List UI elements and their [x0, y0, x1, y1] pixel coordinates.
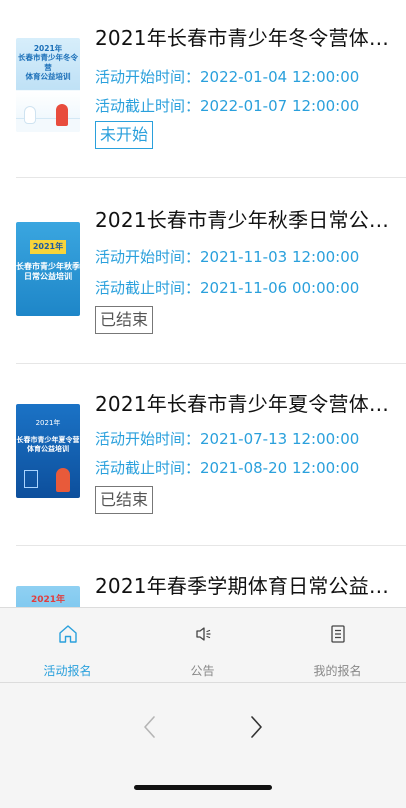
- list-item[interactable]: 2021年 长春市青少年冬令营 体育公益培训 2021年长春市青少年冬令营体育公…: [0, 0, 406, 182]
- activity-thumbnail: 2021年: [16, 586, 80, 607]
- chevron-right-icon: [251, 716, 262, 738]
- activity-title: 2021长春市青少年秋季日常公益培...: [95, 208, 395, 232]
- status-badge: 未开始: [95, 121, 154, 149]
- activity-start-time: 活动开始时间：2022-01-04 12:00:00: [95, 68, 360, 86]
- thumbnail-year-label: 2021年: [30, 240, 66, 254]
- thumbnail-year: 2021年: [30, 595, 66, 605]
- tab-label: 我的报名: [313, 664, 362, 678]
- list-item[interactable]: 2021年 2021年春季学期体育日常公益培训...: [0, 546, 406, 607]
- player-shape: [56, 468, 70, 492]
- tab-activity-signup[interactable]: 活动报名: [0, 608, 135, 684]
- speaker-icon: [195, 627, 211, 641]
- activity-title: 2021年长春市青少年冬令营体育公...: [95, 26, 395, 50]
- activity-thumbnail: 2021年 长春市青少年冬令营 体育公益培训: [16, 38, 80, 132]
- kid-shape: [56, 104, 68, 126]
- thumbnail-year: 2021年: [35, 419, 61, 427]
- activity-thumbnail: 2021年 长春市青少年秋季 日常公益培训: [16, 222, 80, 316]
- activity-title: 2021年春季学期体育日常公益培训...: [95, 574, 395, 598]
- thumbnail-text: 长春市青少年夏令营 体育公益培训: [16, 436, 80, 453]
- activity-list: 2021年 长春市青少年冬令营 体育公益培训 2021年长春市青少年冬令营体育公…: [0, 0, 406, 607]
- status-badge: 已结束: [95, 306, 154, 334]
- activity-end-time: 活动截止时间：2022-01-07 12:00:00: [95, 97, 360, 115]
- activity-end-time: 活动截止时间：2021-08-20 12:00:00: [95, 459, 360, 477]
- tab-announcements[interactable]: 公告: [135, 608, 270, 684]
- activity-start-time: 活动开始时间：2021-11-03 12:00:00: [95, 248, 360, 266]
- forward-button[interactable]: [234, 705, 278, 749]
- activity-title: 2021年长春市青少年夏令营体育公...: [95, 392, 395, 416]
- activity-thumbnail: 2021年 长春市青少年夏令营 体育公益培训: [16, 404, 80, 498]
- chevron-left-icon: [144, 716, 155, 738]
- divider: [16, 177, 406, 178]
- tab-label: 活动报名: [43, 664, 92, 678]
- activity-start-time: 活动开始时间：2021-07-13 12:00:00: [95, 430, 360, 448]
- home-icon: [58, 625, 77, 643]
- status-badge: 已结束: [95, 486, 154, 514]
- home-indicator[interactable]: [134, 785, 272, 790]
- list-item[interactable]: 2021年 长春市青少年秋季 日常公益培训 2021长春市青少年秋季日常公益培.…: [0, 182, 406, 364]
- back-button[interactable]: [128, 705, 172, 749]
- activity-end-time: 活动截止时间：2021-11-06 00:00:00: [95, 279, 360, 297]
- list-item[interactable]: 2021年 长春市青少年夏令营 体育公益培训 2021年长春市青少年夏令营体育公…: [0, 364, 406, 546]
- document-list-icon: [330, 625, 345, 643]
- basketball-hoop-shape: [24, 470, 38, 488]
- thumbnail-text: 2021年 长春市青少年冬令营 体育公益培训: [18, 44, 78, 82]
- bottom-tab-bar: 活动报名 公告 我的报名: [0, 607, 406, 683]
- tab-label: 公告: [190, 664, 215, 678]
- thumbnail-text: 长春市青少年秋季 日常公益培训: [16, 262, 80, 281]
- snowman-shape: [24, 106, 36, 124]
- tab-my-signups[interactable]: 我的报名: [270, 608, 405, 684]
